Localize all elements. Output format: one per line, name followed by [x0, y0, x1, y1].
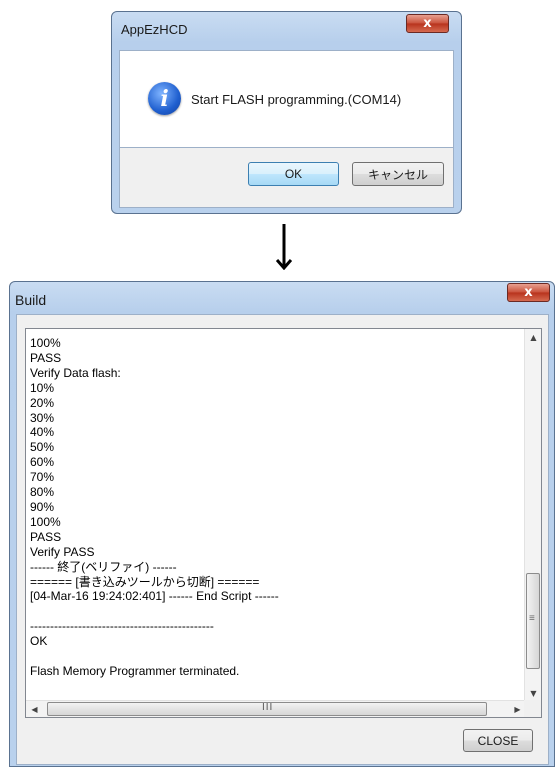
build-window: Build x 100% PASS Verify Data flash: 10% 20%…	[9, 281, 555, 767]
dialog-footer: OK キャンセル	[119, 148, 454, 208]
log-line: Verify Data flash:	[30, 365, 121, 380]
log-line: 10%	[30, 380, 55, 395]
log-line: PASS	[30, 350, 62, 365]
log-line: Flash Memory Programmer terminated.	[30, 663, 240, 678]
scroll-up-icon[interactable]: ▲	[525, 329, 541, 346]
close-button[interactable]: x	[406, 14, 449, 33]
info-icon: i	[148, 82, 181, 115]
log-line: OK	[30, 634, 48, 649]
log-line: 100%	[30, 514, 61, 529]
log-line: PASS	[30, 529, 62, 544]
window-client: 100% PASS Verify Data flash: 10% 20% 30% 40% 50…	[16, 314, 549, 765]
log-line: 90%	[30, 499, 55, 514]
log-line: 50%	[30, 440, 55, 455]
scroll-left-icon[interactable]: ◀	[26, 701, 43, 717]
log-line: 80%	[30, 485, 55, 500]
dialog-body: i Start FLASH programming.(COM14)	[119, 50, 454, 148]
log-line: 60%	[30, 455, 55, 470]
log-line: ------ 終了(ベリファイ) ------	[30, 559, 177, 574]
vertical-scroll-thumb[interactable]: ≡	[526, 573, 540, 669]
close-icon: x	[524, 285, 533, 300]
close-button[interactable]: CLOSE	[463, 729, 533, 752]
grip-icon: ≡	[529, 613, 535, 624]
confirm-dialog: AppEzHCD x i Start FLASH programming.(CO…	[111, 11, 462, 214]
log-line: 100%	[30, 336, 61, 350]
log-line: [04-Mar-16 19:24:02:401] ------ End Scri…	[30, 589, 279, 604]
vertical-scrollbar[interactable]: ▲ ≡ ▼	[524, 329, 541, 702]
log-line: 40%	[30, 425, 55, 440]
scroll-corner	[524, 700, 541, 717]
dialog-title: AppEzHCD	[121, 22, 188, 37]
arrow-down-icon	[276, 224, 292, 270]
window-title: Build	[15, 292, 47, 308]
log-line: Verify PASS	[30, 544, 95, 559]
build-log[interactable]: 100% PASS Verify Data flash: 10% 20% 30% 40% 50…	[25, 328, 542, 718]
close-icon: x	[423, 16, 432, 31]
window-close-button[interactable]: x	[507, 283, 550, 302]
dialog-message: Start FLASH programming.(COM14)	[191, 92, 402, 107]
log-line: 70%	[30, 470, 55, 485]
horizontal-scroll-thumb[interactable]: III	[47, 702, 487, 716]
log-line: 30%	[30, 410, 55, 425]
log-line: ====== [書き込みツールから切断] ======	[30, 574, 260, 589]
log-text: 100% PASS Verify Data flash: 10% 20% 30% 40% 50…	[30, 336, 520, 679]
ok-button[interactable]: OK	[248, 162, 339, 186]
grip-icon: III	[262, 702, 274, 713]
cancel-button[interactable]: キャンセル	[352, 162, 444, 186]
horizontal-scrollbar[interactable]: ◀ III ▶	[26, 700, 526, 717]
log-line: 20%	[30, 395, 55, 410]
log-line: ----------------------------------------…	[30, 619, 214, 634]
